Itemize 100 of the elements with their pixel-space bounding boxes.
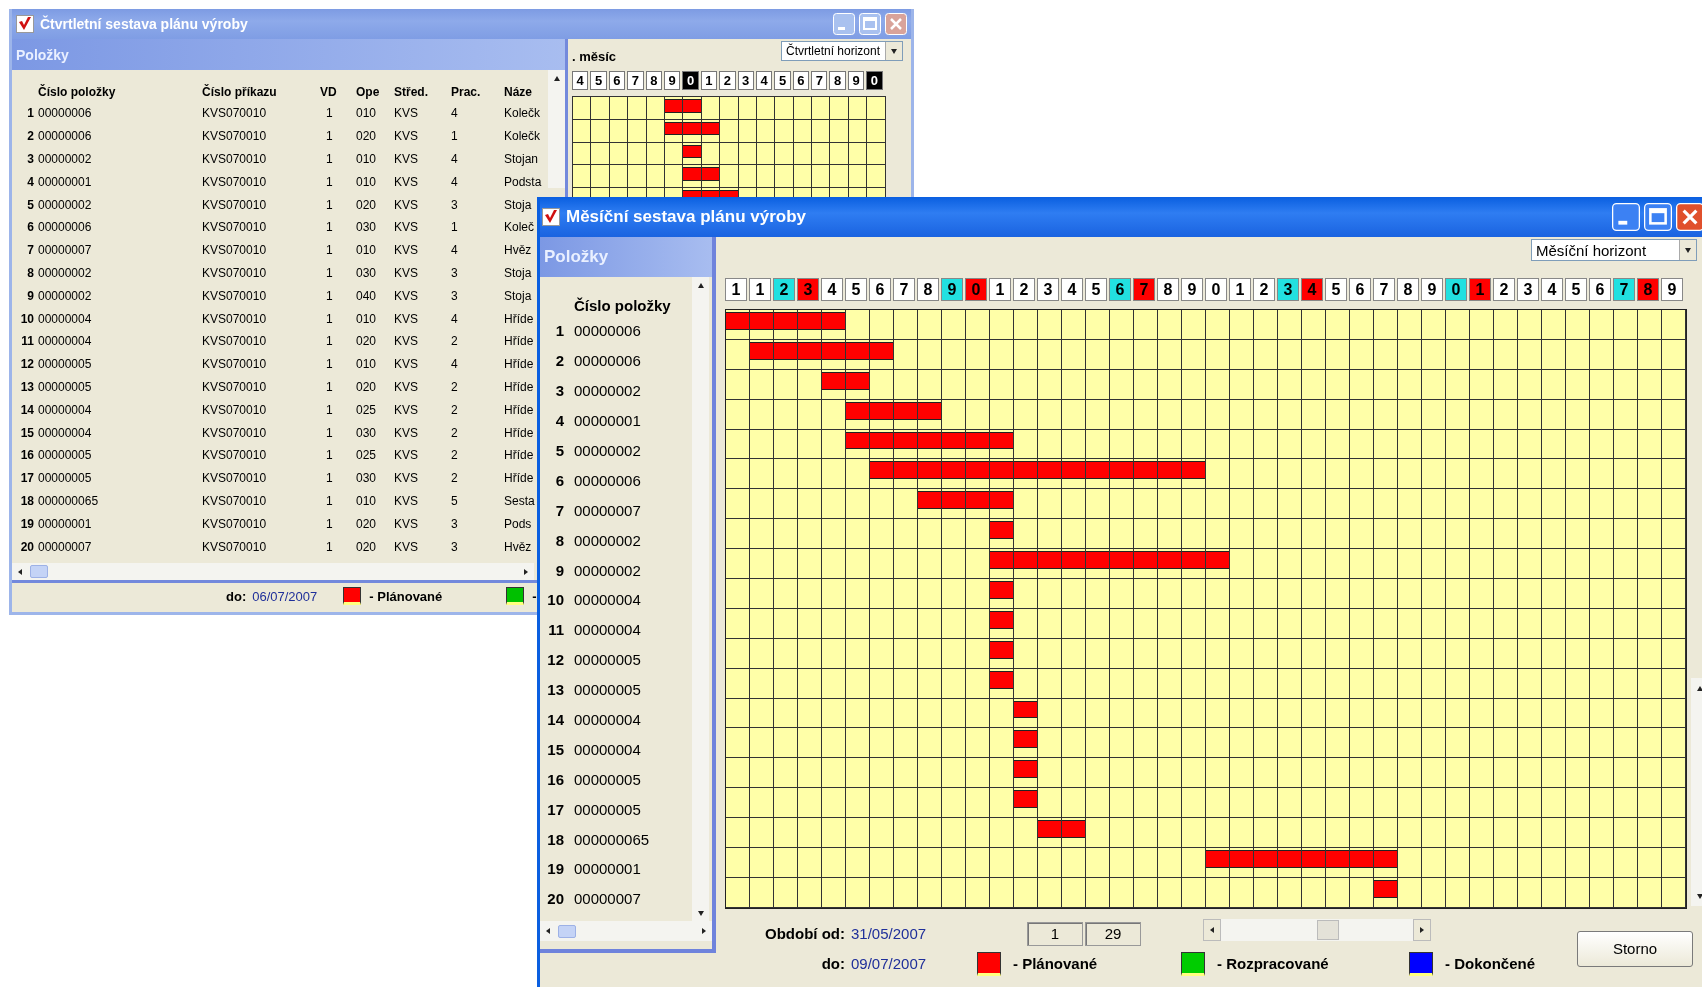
table-cell-text: Hříde [504,402,535,417]
column-header[interactable]: Ope [356,85,394,99]
table-cell-text: KVS070010 [202,265,268,280]
day-cell: 9 [1661,278,1683,301]
day-cell: 6 [792,71,810,90]
day-cell: 2 [719,71,736,90]
day-cell: 8 [1637,278,1659,301]
day-cell: 4 [1301,278,1323,301]
table-cell-text: 00000005 [574,651,642,669]
cancel-button[interactable]: Storno [1577,930,1693,967]
table-cell-text: KVS070010 [202,493,268,508]
table-cell-text: 3 [451,197,459,212]
table-cell-text: 1 [451,129,459,144]
maximize-icon[interactable] [1644,203,1672,231]
range-field[interactable]: 29 [1085,921,1141,946]
table-cell-text: 00000002 [574,382,642,400]
table-cell-text: Kolečk [504,106,542,121]
column-header[interactable]: Střed. [394,85,451,99]
scroll-thumb[interactable] [1317,919,1339,940]
table-cell-text: 020 [356,129,378,144]
table-cell-text: KVS [394,265,419,280]
day-cell: 9 [663,71,681,90]
table-cell-text: 3 [451,516,459,531]
close-icon[interactable] [1676,203,1702,231]
table-cell-text: KVS070010 [202,471,268,486]
dropdown-arrow-icon[interactable] [890,47,898,55]
horizon-dropdown[interactable]: Měsíční horizont [1531,239,1697,261]
table-cell-text: KVS [394,311,419,326]
day-cell: 3 [1277,278,1299,301]
scroll-left-icon[interactable] [1208,925,1216,934]
scroll-up-icon[interactable] [552,74,561,82]
row-number: 10 [546,591,564,609]
close-icon[interactable] [885,13,907,35]
day-cell: 7 [811,71,828,90]
scroll-thumb[interactable] [30,565,48,578]
scrollbar[interactable] [540,921,712,941]
column-header[interactable]: Číslo položky [38,85,202,99]
scroll-left-icon[interactable] [16,567,24,576]
row-number: 5 [26,197,35,212]
from-label: Období od: [765,925,845,943]
table-cell-text: 020 [356,539,378,554]
scroll-right-icon[interactable] [700,927,708,935]
table-cell-text: 3 [451,265,459,280]
day-cell: 6 [1349,278,1371,301]
month-label: . měsíc [572,49,617,64]
table-cell-text: 4 [451,243,459,258]
day-cell: 5 [1565,278,1587,301]
row-number: 10 [19,311,35,326]
scroll-right-icon[interactable] [1418,925,1426,934]
day-cell: 4 [1541,278,1563,301]
column-header[interactable]: Číslo příkazu [202,85,320,99]
scroll-down-icon[interactable] [1695,892,1702,900]
table-cell-text: 2 [451,334,459,349]
day-cell: 8 [829,71,846,90]
dropdown-arrow-icon[interactable] [1684,246,1692,254]
scroll-thumb[interactable] [558,924,576,938]
table-cell-text: Hříde [504,357,535,372]
day-cell: 7 [1133,278,1155,301]
horizon-dropdown[interactable]: Čtvrtletní horizont [781,41,903,61]
to-date: 06/07/2007 [252,588,318,604]
range-field[interactable]: 1 [1027,921,1083,946]
scrollbar[interactable] [692,277,709,921]
row-number: 14 [19,402,35,417]
row-number: 19 [546,860,564,878]
scrollbar[interactable] [548,70,565,188]
table-cell-text: KVS070010 [202,243,268,258]
scroll-down-icon[interactable] [696,909,705,917]
table-cell-text: KVS [394,152,419,166]
scroll-up-icon[interactable] [1695,684,1702,692]
table-cell-text: 00000004 [38,334,93,349]
row-number: 12 [19,357,35,372]
table-cell-text: 010 [356,243,378,258]
column-header[interactable]: Prac. [451,85,504,99]
column-header[interactable]: Číslo položky [574,296,692,314]
row-number: 11 [20,334,35,349]
table-cell-text: 010 [356,174,378,189]
scrollbar[interactable] [1203,918,1431,941]
table-cell-text: 1 [325,402,334,417]
table-cell-text: 00000005 [574,681,642,699]
day-cell: 9 [1421,278,1443,301]
scroll-left-icon[interactable] [544,927,552,935]
table-cell-text: 1 [325,152,334,166]
scrollbar[interactable] [12,563,534,580]
table-cell-text: 00000006 [574,352,642,370]
row-number: 3 [554,382,564,400]
table-cell-text: KVS [394,402,419,417]
scroll-right-icon[interactable] [522,567,530,576]
day-cell: 5 [1085,278,1107,301]
scroll-up-icon[interactable] [696,281,705,289]
table-cell-text: KVS [394,106,419,121]
minimize-icon[interactable] [1612,203,1640,231]
table-cell-text: 00000006 [38,129,93,144]
table-cell-text: KVS070010 [202,357,268,372]
column-header[interactable]: Náze [504,85,548,99]
from-date: 31/05/2007 [851,925,927,943]
table-cell-text: 00000005 [38,357,93,372]
table-cell-text: 00000002 [38,265,93,280]
table-cell-text: KVS070010 [202,379,268,394]
column-header[interactable]: VD [320,85,356,99]
row-number: 1 [26,106,35,121]
